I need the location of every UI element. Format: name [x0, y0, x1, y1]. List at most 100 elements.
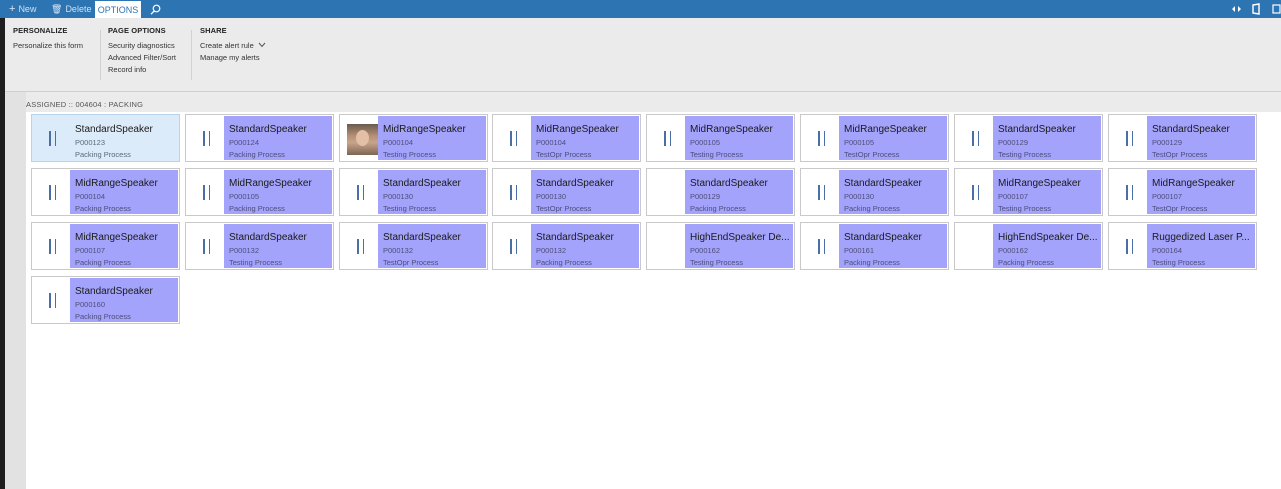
- item-name: StandardSpeaker: [229, 124, 307, 135]
- production-order-number: P000105: [844, 138, 875, 147]
- pause-icon: [664, 131, 671, 146]
- job-tile-body: StandardSpeaker P000130 TestOpr Process: [531, 170, 639, 214]
- item-name: MidRangeSpeaker: [75, 178, 158, 189]
- job-tile[interactable]: StandardSpeaker P000132 Testing Process: [185, 222, 334, 270]
- process-name: Testing Process: [383, 204, 436, 213]
- job-tile-body: StandardSpeaker P000130 Packing Process: [839, 170, 947, 214]
- job-tile[interactable]: StandardSpeaker P000132 TestOpr Process: [339, 222, 488, 270]
- search-icon[interactable]: [150, 0, 161, 18]
- pause-icon: [818, 239, 825, 254]
- job-tile-body: MidRangeSpeaker P000104 Packing Process: [70, 170, 178, 214]
- item-name: MidRangeSpeaker: [1152, 178, 1235, 189]
- job-tile[interactable]: MidRangeSpeaker P000105 Testing Process: [646, 114, 795, 162]
- job-tile-body: MidRangeSpeaker P000104 TestOpr Process: [531, 116, 639, 160]
- job-tile-body: MidRangeSpeaker P000105 TestOpr Process: [839, 116, 947, 160]
- job-tile[interactable]: MidRangeSpeaker P000107 TestOpr Process: [1108, 168, 1257, 216]
- item-name: StandardSpeaker: [998, 124, 1076, 135]
- production-order-number: P000130: [536, 192, 567, 201]
- job-tile[interactable]: HighEndSpeaker De... P000162 Testing Proce…: [646, 222, 795, 270]
- process-name: TestOpr Process: [1152, 150, 1208, 159]
- job-tile[interactable]: StandardSpeaker P000130 Testing Process: [339, 168, 488, 216]
- job-tile-body: StandardSpeaker P000160 Packing Process: [70, 278, 178, 322]
- record-info-link[interactable]: Record info: [108, 64, 176, 76]
- delete-button[interactable]: 🗑︎ Delete: [51, 0, 91, 18]
- job-tile-body: StandardSpeaker P000129 Testing Process: [993, 116, 1101, 160]
- job-tile[interactable]: MidRangeSpeaker P000105 Packing Process: [185, 168, 334, 216]
- production-order-number: P000162: [998, 246, 1029, 255]
- production-order-number: P000107: [1152, 192, 1183, 201]
- page-options-group: PAGE OPTIONS Security diagnostics Advanc…: [108, 26, 176, 76]
- item-name: HighEndSpeaker De...: [998, 232, 1098, 243]
- item-name: StandardSpeaker: [75, 286, 153, 297]
- job-tile[interactable]: MidRangeSpeaker P000107 Testing Process: [954, 168, 1103, 216]
- action-pane: + New 🗑︎ Delete OPTIONS: [0, 0, 1281, 18]
- production-order-number: P000104: [536, 138, 567, 147]
- item-name: MidRangeSpeaker: [536, 124, 619, 135]
- job-tile[interactable]: StandardSpeaker P000124 Packing Process: [185, 114, 334, 162]
- item-name: StandardSpeaker: [383, 178, 461, 189]
- job-tile[interactable]: MidRangeSpeaker P000107 Packing Process: [31, 222, 180, 270]
- job-tile[interactable]: HighEndSpeaker De... P000162 Packing Proce…: [954, 222, 1103, 270]
- create-alert-rule-button[interactable]: Create alert rule: [200, 40, 266, 52]
- job-tile-body: MidRangeSpeaker P000105 Testing Process: [685, 116, 793, 160]
- advanced-filter-sort-link[interactable]: Advanced Filter/Sort: [108, 52, 176, 64]
- worker-avatar: [347, 124, 378, 155]
- trash-icon: 🗑︎: [51, 4, 63, 14]
- pause-icon: [357, 185, 364, 200]
- job-tile[interactable]: StandardSpeaker P000132 Packing Process: [492, 222, 641, 270]
- options-ribbon: PERSONALIZE Personalize this form PAGE O…: [5, 18, 1281, 92]
- job-tile[interactable]: StandardSpeaker P000123 Packing Process: [31, 114, 180, 162]
- job-tile-body: HighEndSpeaker De... P000162 Testing Proce…: [685, 224, 793, 268]
- job-tile[interactable]: StandardSpeaker P000129 TestOpr Process: [1108, 114, 1257, 162]
- breadcrumb: ASSIGNED :: 004604 : PACKING: [26, 100, 144, 109]
- pause-icon: [49, 131, 56, 146]
- job-tile-body: StandardSpeaker P000129 TestOpr Process: [1147, 116, 1255, 160]
- job-tile[interactable]: StandardSpeaker P000129 Testing Process: [954, 114, 1103, 162]
- pause-icon: [49, 293, 56, 308]
- pause-icon: [1126, 185, 1133, 200]
- production-order-number: P000105: [690, 138, 721, 147]
- personalize-this-form-link[interactable]: Personalize this form: [13, 40, 83, 52]
- job-tile[interactable]: MidRangeSpeaker P000105 TestOpr Process: [800, 114, 949, 162]
- pause-icon: [510, 131, 517, 146]
- item-name: StandardSpeaker: [690, 178, 768, 189]
- process-name: Testing Process: [998, 204, 1051, 213]
- item-name: MidRangeSpeaker: [844, 124, 927, 135]
- pause-icon: [203, 131, 210, 146]
- job-tile[interactable]: StandardSpeaker P000161 Packing Process: [800, 222, 949, 270]
- production-order-number: P000161: [844, 246, 875, 255]
- item-name: MidRangeSpeaker: [690, 124, 773, 135]
- process-name: Packing Process: [536, 258, 592, 267]
- side-panel: [5, 92, 26, 489]
- open-in-new-window-icon[interactable]: [1272, 0, 1281, 18]
- job-tile[interactable]: StandardSpeaker P000129 Packing Process: [646, 168, 795, 216]
- process-name: TestOpr Process: [1152, 204, 1208, 213]
- job-tile[interactable]: Ruggedized Laser P... P000164 Testing Proc…: [1108, 222, 1257, 270]
- job-tile[interactable]: MidRangeSpeaker P000104 Testing Process: [339, 114, 488, 162]
- new-button[interactable]: + New: [9, 0, 36, 18]
- link-icon[interactable]: [1231, 0, 1242, 18]
- job-tile[interactable]: StandardSpeaker P000130 Packing Process: [800, 168, 949, 216]
- item-name: StandardSpeaker: [844, 178, 922, 189]
- job-tile[interactable]: MidRangeSpeaker P000104 TestOpr Process: [492, 114, 641, 162]
- pause-icon: [357, 239, 364, 254]
- tab-options[interactable]: OPTIONS: [95, 1, 141, 18]
- job-tile-body: StandardSpeaker P000124 Packing Process: [224, 116, 332, 160]
- process-name: Testing Process: [1152, 258, 1205, 267]
- production-order-number: P000132: [383, 246, 414, 255]
- job-tile[interactable]: StandardSpeaker P000130 TestOpr Process: [492, 168, 641, 216]
- pause-icon: [818, 131, 825, 146]
- item-name: StandardSpeaker: [75, 124, 153, 135]
- pause-icon: [1126, 239, 1133, 254]
- security-diagnostics-link[interactable]: Security diagnostics: [108, 40, 176, 52]
- item-name: HighEndSpeaker De...: [690, 232, 790, 243]
- office-icon[interactable]: [1251, 0, 1261, 18]
- job-tile[interactable]: StandardSpeaker P000160 Packing Process: [31, 276, 180, 324]
- manage-my-alerts-link[interactable]: Manage my alerts: [200, 52, 266, 64]
- process-name: TestOpr Process: [536, 204, 592, 213]
- item-name: StandardSpeaker: [383, 232, 461, 243]
- job-tile[interactable]: MidRangeSpeaker P000104 Packing Process: [31, 168, 180, 216]
- job-tile-body: StandardSpeaker P000132 Testing Process: [224, 224, 332, 268]
- production-order-number: P000160: [75, 300, 106, 309]
- pause-icon: [203, 239, 210, 254]
